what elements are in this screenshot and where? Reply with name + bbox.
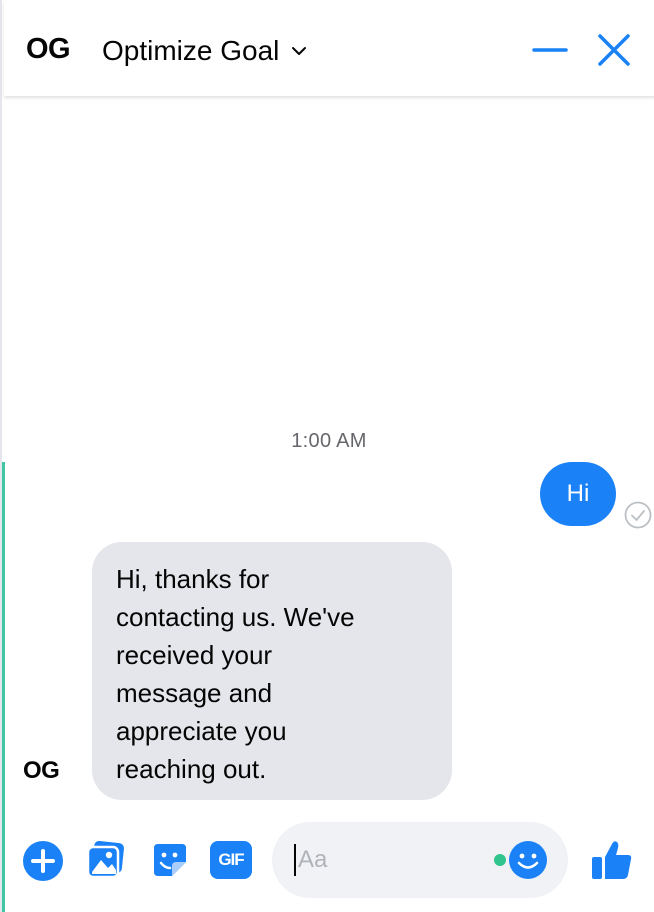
minimize-icon[interactable]: [532, 30, 568, 70]
active-status-dot: [494, 854, 506, 866]
emoji-icon[interactable]: [508, 840, 548, 880]
message-composer: GIF Aa: [2, 820, 654, 900]
conversation-title: Optimize Goal: [102, 35, 280, 66]
thumbs-up-icon[interactable]: [590, 838, 634, 882]
plus-icon[interactable]: [22, 840, 64, 882]
chat-header: OG Optimize Goal: [4, 0, 654, 96]
message-input-placeholder: Aa: [298, 846, 328, 873]
incoming-sender-avatar[interactable]: OG: [23, 757, 60, 785]
gif-label: GIF: [218, 850, 244, 869]
incoming-message-line: Hi, thanks for: [116, 564, 270, 594]
incoming-message-line: message and: [116, 678, 273, 708]
incoming-message-line: appreciate you: [116, 716, 287, 746]
header-avatar-logo[interactable]: OG: [26, 33, 71, 66]
incoming-message-bubble[interactable]: Hi, thanks for contacting us. We've rece…: [92, 542, 452, 800]
incoming-message-line: reaching out.: [116, 754, 267, 784]
photo-icon[interactable]: [84, 838, 128, 882]
message-timestamp: 1:00 AM: [291, 430, 367, 452]
text-caret: [294, 844, 296, 876]
message-input[interactable]: Aa: [272, 822, 568, 898]
gif-icon[interactable]: GIF: [210, 841, 252, 879]
sticker-icon[interactable]: [148, 838, 192, 882]
incoming-message-line: received your: [116, 640, 273, 670]
conversation-title-dropdown[interactable]: Optimize Goal: [102, 35, 309, 67]
chat-window: OG Optimize Goal 1:00 AM Hi OG Hi, thank…: [0, 0, 654, 912]
close-icon[interactable]: [594, 30, 634, 70]
incoming-message-line: contacting us. We've: [116, 602, 355, 632]
outgoing-message-bubble[interactable]: Hi: [540, 462, 616, 526]
chevron-down-icon: [292, 47, 307, 55]
seen-check-icon: [624, 501, 652, 529]
